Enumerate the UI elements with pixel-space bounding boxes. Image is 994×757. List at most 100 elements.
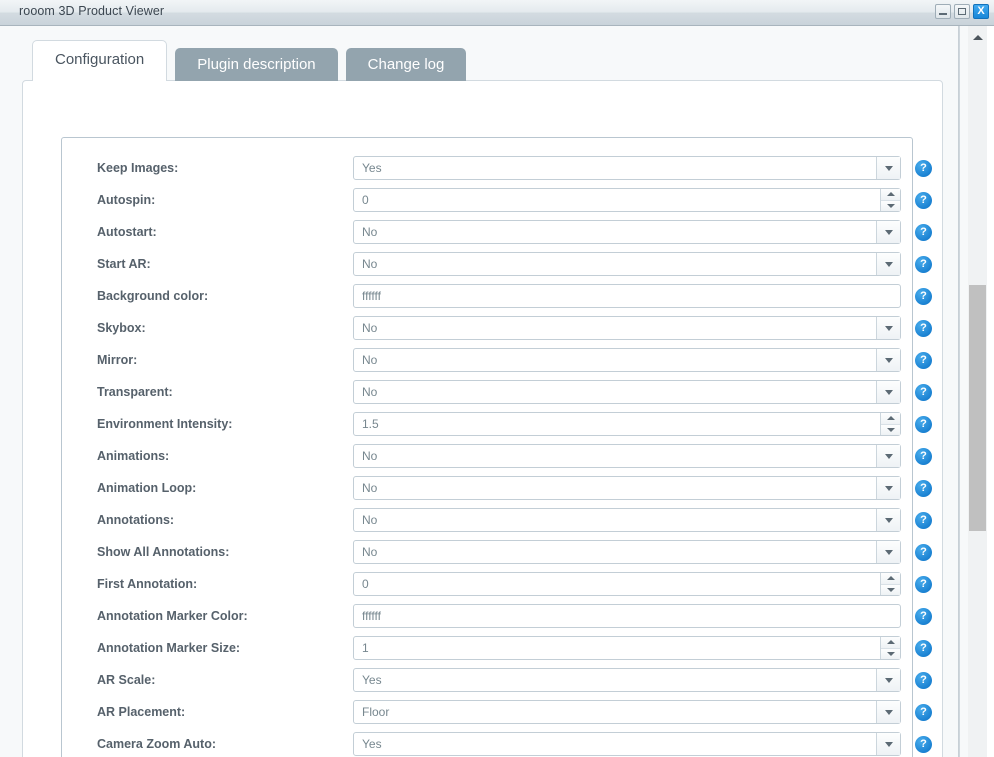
window-titlebar: rooom 3D Product Viewer X xyxy=(0,0,994,26)
settings-dropdown[interactable]: No xyxy=(353,508,901,532)
scrollbar-edge xyxy=(987,26,994,757)
help-icon[interactable]: ? xyxy=(915,544,932,561)
spinner-up-icon[interactable] xyxy=(881,413,900,424)
help-icon[interactable]: ? xyxy=(915,224,932,241)
settings-field-value: 1.5 xyxy=(354,417,880,431)
help-icon[interactable]: ? xyxy=(915,736,932,753)
spinner-up-icon[interactable] xyxy=(881,637,900,648)
help-icon[interactable]: ? xyxy=(915,480,932,497)
chevron-down-icon[interactable] xyxy=(876,733,900,755)
tab-plugin-description[interactable]: Plugin description xyxy=(175,48,337,81)
chevron-down-icon[interactable] xyxy=(876,221,900,243)
chevron-down-icon[interactable] xyxy=(876,157,900,179)
help-icon[interactable]: ? xyxy=(915,288,932,305)
chevron-down-icon[interactable] xyxy=(876,349,900,371)
chevron-down-icon[interactable] xyxy=(876,669,900,691)
settings-row: Annotation Marker Size:1? xyxy=(62,632,912,664)
close-button[interactable]: X xyxy=(973,4,989,19)
spinner-down-icon[interactable] xyxy=(881,648,900,660)
help-icon[interactable]: ? xyxy=(915,640,932,657)
settings-field-value: No xyxy=(354,385,876,399)
settings-row-label: Environment Intensity: xyxy=(97,417,232,431)
help-icon[interactable]: ? xyxy=(915,160,932,177)
minimize-button[interactable] xyxy=(935,4,951,19)
settings-field-value: No xyxy=(354,225,876,239)
chevron-down-glyph xyxy=(885,166,893,171)
help-icon[interactable]: ? xyxy=(915,416,932,433)
spinner-up-icon[interactable] xyxy=(881,573,900,584)
help-icon[interactable]: ? xyxy=(915,608,932,625)
spinner-control[interactable] xyxy=(880,573,900,595)
spinner-down-icon[interactable] xyxy=(881,424,900,436)
scrollbar-thumb[interactable] xyxy=(969,285,986,531)
settings-dropdown[interactable]: No xyxy=(353,220,901,244)
settings-dropdown[interactable]: No xyxy=(353,252,901,276)
help-icon[interactable]: ? xyxy=(915,352,932,369)
window-controls: X xyxy=(935,4,989,19)
settings-text-input[interactable]: ffffff xyxy=(353,284,901,308)
scroll-up-arrow-icon[interactable] xyxy=(973,35,983,40)
spinner-down-icon[interactable] xyxy=(881,584,900,596)
settings-dropdown[interactable]: No xyxy=(353,316,901,340)
help-icon[interactable]: ? xyxy=(915,512,932,529)
settings-dropdown[interactable]: Floor xyxy=(353,700,901,724)
spinner-control[interactable] xyxy=(880,413,900,435)
settings-number-input[interactable]: 1.5 xyxy=(353,412,901,436)
help-icon[interactable]: ? xyxy=(915,192,932,209)
settings-dropdown[interactable]: No xyxy=(353,348,901,372)
chevron-down-icon[interactable] xyxy=(876,509,900,531)
settings-row-label: Keep Images: xyxy=(97,161,178,175)
help-icon[interactable]: ? xyxy=(915,672,932,689)
settings-row: Autospin:0? xyxy=(62,184,912,216)
settings-number-input[interactable]: 1 xyxy=(353,636,901,660)
chevron-down-glyph xyxy=(885,742,893,747)
settings-dropdown[interactable]: Yes xyxy=(353,732,901,756)
settings-dropdown[interactable]: Yes xyxy=(353,156,901,180)
settings-field-value: ffffff xyxy=(354,609,900,623)
settings-row: Show All Annotations:No? xyxy=(62,536,912,568)
tab-change-log-label: Change log xyxy=(368,56,445,73)
spinner-control[interactable] xyxy=(880,637,900,659)
settings-dropdown[interactable]: No xyxy=(353,380,901,404)
spinner-control[interactable] xyxy=(880,189,900,211)
tab-change-log[interactable]: Change log xyxy=(346,48,467,81)
settings-number-input[interactable]: 0 xyxy=(353,572,901,596)
chevron-down-icon[interactable] xyxy=(876,253,900,275)
settings-dropdown[interactable]: Yes xyxy=(353,668,901,692)
settings-dropdown[interactable]: No xyxy=(353,540,901,564)
chevron-down-icon[interactable] xyxy=(876,317,900,339)
settings-row-label: Animation Loop: xyxy=(97,481,196,495)
chevron-down-icon[interactable] xyxy=(876,477,900,499)
settings-number-input[interactable]: 0 xyxy=(353,188,901,212)
settings-row-label: AR Placement: xyxy=(97,705,185,719)
settings-row-label: Transparent: xyxy=(97,385,173,399)
spinner-down-icon[interactable] xyxy=(881,200,900,212)
help-icon[interactable]: ? xyxy=(915,256,932,273)
maximize-button[interactable] xyxy=(954,4,970,19)
settings-text-input[interactable]: ffffff xyxy=(353,604,901,628)
tab-configuration[interactable]: Configuration xyxy=(32,40,167,81)
help-icon[interactable]: ? xyxy=(915,384,932,401)
settings-dropdown[interactable]: No xyxy=(353,476,901,500)
spinner-up-icon[interactable] xyxy=(881,189,900,200)
settings-row: Skybox:No? xyxy=(62,312,912,344)
help-icon[interactable]: ? xyxy=(915,576,932,593)
settings-row: Annotations:No? xyxy=(62,504,912,536)
help-icon[interactable]: ? xyxy=(915,448,932,465)
chevron-down-icon[interactable] xyxy=(876,541,900,563)
settings-dropdown[interactable]: No xyxy=(353,444,901,468)
settings-row: Mirror:No? xyxy=(62,344,912,376)
triangle-up-glyph xyxy=(887,576,895,580)
vertical-scrollbar[interactable] xyxy=(959,26,994,757)
settings-field-value: 0 xyxy=(354,193,880,207)
settings-row: Transparent:No? xyxy=(62,376,912,408)
chevron-down-icon[interactable] xyxy=(876,381,900,403)
settings-field-value: 0 xyxy=(354,577,880,591)
chevron-down-icon[interactable] xyxy=(876,445,900,467)
help-icon[interactable]: ? xyxy=(915,704,932,721)
triangle-down-glyph xyxy=(887,652,895,656)
settings-field-value: Floor xyxy=(354,705,876,719)
chevron-down-icon[interactable] xyxy=(876,701,900,723)
help-icon[interactable]: ? xyxy=(915,320,932,337)
configuration-card: Keep Images:Yes?Autospin:0?Autostart:No?… xyxy=(22,80,943,757)
